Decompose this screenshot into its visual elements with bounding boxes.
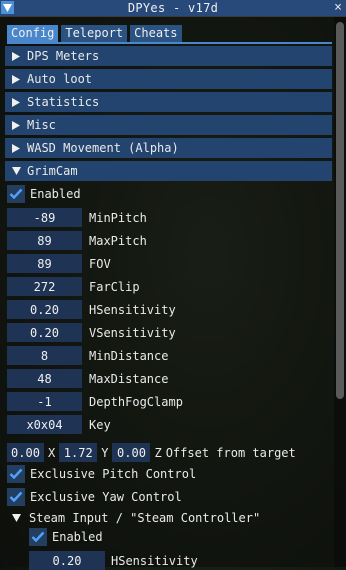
minpitch-label: MinPitch	[89, 210, 147, 225]
triangle-right-icon	[5, 74, 27, 84]
checkmark-icon	[9, 468, 23, 480]
offset-x-input[interactable]: 0.00	[7, 443, 44, 462]
triangle-down-icon	[5, 167, 27, 175]
grimcam-enabled-row[interactable]: Enabled	[7, 185, 81, 203]
tab-bar: Config Teleport Cheats	[7, 25, 182, 43]
exclusive-yaw-checkbox[interactable]	[7, 488, 25, 506]
close-icon[interactable]: ×	[334, 0, 342, 16]
exclusive-pitch-label: Exclusive Pitch Control	[30, 467, 197, 481]
tab-config[interactable]: Config	[7, 25, 59, 42]
field-row-maxpitch: 89 MaxPitch	[7, 231, 147, 250]
checkmark-icon	[31, 531, 45, 543]
mindistance-input[interactable]: 8	[7, 346, 82, 365]
steam-enabled-checkbox[interactable]	[29, 528, 47, 546]
triangle-right-icon	[5, 51, 27, 61]
section-label: DPS Meters	[27, 49, 100, 63]
depthfogclamp-label: DepthFogClamp	[89, 394, 183, 409]
offset-z-input[interactable]: 0.00	[112, 443, 151, 462]
triangle-right-icon	[5, 143, 27, 153]
offset-y-label: Y	[101, 445, 109, 460]
offset-from-target-row: 0.00 X 1.72 Y 0.00 Z Offset from target	[7, 443, 296, 462]
fov-label: FOV	[89, 256, 111, 271]
key-label: Key	[89, 417, 111, 432]
field-row-mindistance: 8 MinDistance	[7, 346, 168, 365]
title-bar[interactable]: DPYes - v17d ×	[0, 0, 346, 17]
vsensitivity-label: VSensitivity	[89, 325, 176, 340]
exclusive-yaw-label: Exclusive Yaw Control	[30, 490, 182, 504]
farclip-input[interactable]: 272	[7, 277, 82, 296]
offset-y-input[interactable]: 1.72	[59, 443, 98, 462]
field-row-minpitch: -89 MinPitch	[7, 208, 147, 227]
offset-z-label: Z	[154, 445, 162, 460]
window-title: DPYes - v17d	[127, 1, 219, 15]
field-row-vsensitivity: 0.20 VSensitivity	[7, 323, 176, 342]
section-label: WASD Movement (Alpha)	[27, 141, 179, 155]
farclip-label: FarClip	[89, 279, 140, 294]
steam-enabled-row[interactable]: Enabled	[29, 528, 103, 546]
checkmark-icon	[9, 188, 23, 200]
section-label: GrimCam	[27, 164, 78, 178]
section-auto-loot[interactable]: Auto loot	[5, 69, 332, 89]
mindistance-label: MinDistance	[89, 348, 169, 363]
offset-x-label: X	[48, 445, 56, 460]
section-grimcam[interactable]: GrimCam	[5, 161, 332, 181]
maxdistance-input[interactable]: 48	[7, 369, 82, 388]
grimcam-enabled-checkbox[interactable]	[7, 185, 25, 203]
section-label: Statistics	[27, 95, 100, 109]
steam-input-tree-node[interactable]: Steam Input / "Steam Controller"	[12, 511, 260, 525]
tab-cheats[interactable]: Cheats	[130, 25, 182, 42]
exclusive-pitch-row[interactable]: Exclusive Pitch Control	[7, 465, 196, 483]
tab-underline	[7, 42, 332, 44]
section-misc[interactable]: Misc	[5, 115, 332, 135]
triangle-down-icon	[12, 514, 21, 522]
maxpitch-input[interactable]: 89	[7, 231, 82, 250]
exclusive-yaw-row[interactable]: Exclusive Yaw Control	[7, 488, 182, 506]
hsensitivity-input[interactable]: 0.20	[7, 300, 82, 319]
field-row-steam-hsensitivity: 0.20 HSensitivity	[29, 551, 198, 570]
field-row-depthfogclamp: -1 DepthFogClamp	[7, 392, 183, 411]
steam-enabled-label: Enabled	[52, 530, 103, 544]
exclusive-pitch-checkbox[interactable]	[7, 465, 25, 483]
minpitch-input[interactable]: -89	[7, 208, 82, 227]
field-row-key: x0x04 Key	[7, 415, 111, 434]
field-row-fov: 89 FOV	[7, 254, 111, 273]
section-dps-meters[interactable]: DPS Meters	[5, 46, 332, 66]
field-row-maxdistance: 48 MaxDistance	[7, 369, 168, 388]
checkmark-icon	[9, 491, 23, 503]
fov-input[interactable]: 89	[7, 254, 82, 273]
offset-label: Offset from target	[165, 445, 296, 460]
scrollbar-thumb[interactable]	[336, 22, 344, 399]
steam-hsensitivity-input[interactable]: 0.20	[29, 551, 105, 570]
maxpitch-label: MaxPitch	[89, 233, 147, 248]
triangle-right-icon	[5, 97, 27, 107]
field-row-hsensitivity: 0.20 HSensitivity	[7, 300, 176, 319]
vsensitivity-input[interactable]: 0.20	[7, 323, 82, 342]
section-statistics[interactable]: Statistics	[5, 92, 332, 112]
tab-teleport[interactable]: Teleport	[61, 25, 128, 42]
key-input[interactable]: x0x04	[7, 415, 82, 434]
depthfogclamp-input[interactable]: -1	[7, 392, 82, 411]
section-wasd-movement[interactable]: WASD Movement (Alpha)	[5, 138, 332, 158]
grimcam-enabled-label: Enabled	[30, 187, 81, 201]
hsensitivity-label: HSensitivity	[89, 302, 176, 317]
maxdistance-label: MaxDistance	[89, 371, 169, 386]
steam-hsensitivity-label: HSensitivity	[111, 553, 198, 568]
steam-input-label: Steam Input / "Steam Controller"	[29, 511, 261, 525]
section-label: Auto loot	[27, 72, 93, 86]
triangle-right-icon	[5, 120, 27, 130]
field-row-farclip: 272 FarClip	[7, 277, 140, 296]
section-label: Misc	[27, 118, 56, 132]
